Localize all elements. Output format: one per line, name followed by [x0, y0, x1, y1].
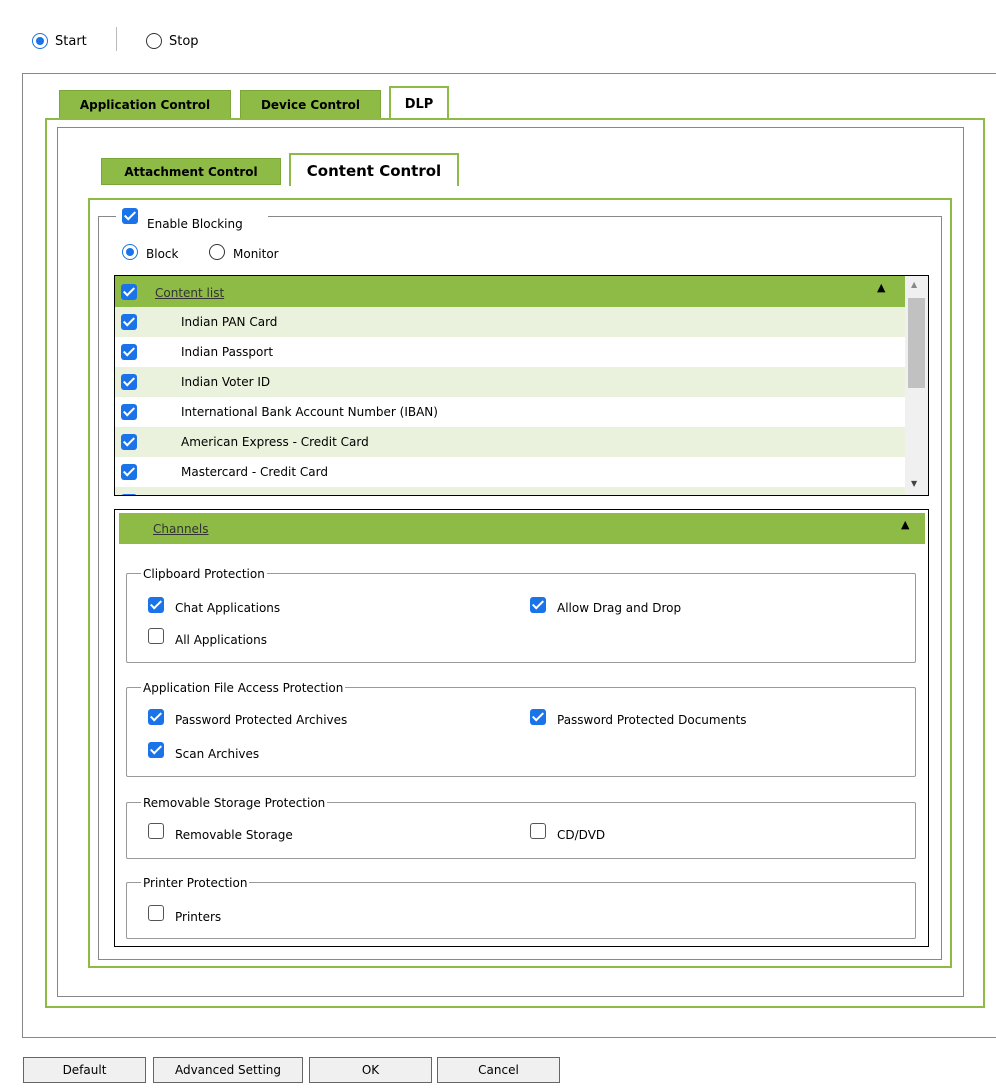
removable-storage-legend: Removable Storage Protection [141, 796, 328, 810]
clipboard-protection-legend: Clipboard Protection [141, 567, 267, 581]
cd-dvd-checkbox[interactable] [530, 823, 546, 839]
list-item-label: Mastercard - Credit Card [181, 465, 328, 479]
channels-header-link[interactable]: Channels [153, 522, 209, 536]
tab-device-control[interactable]: Device Control [240, 90, 381, 119]
all-applications-checkbox[interactable] [148, 628, 164, 644]
stop-radio[interactable] [146, 33, 162, 49]
content-list-select-all[interactable] [121, 284, 137, 300]
content-list-header-link[interactable]: Content list [155, 286, 224, 300]
tab-dlp[interactable]: DLP [389, 86, 449, 120]
list-item-partial [115, 487, 905, 495]
start-label: Start [55, 34, 87, 49]
monitor-radio[interactable] [209, 244, 225, 260]
all-applications-label: All Applications [175, 633, 267, 647]
list-item-checkbox[interactable] [121, 314, 137, 330]
cd-dvd-label: CD/DVD [557, 828, 606, 842]
drag-drop-checkbox[interactable] [530, 597, 546, 613]
list-item[interactable]: Indian Passport [115, 337, 905, 367]
content-list-header[interactable]: Content list ▲ [115, 276, 905, 307]
scrollbar-thumb[interactable] [908, 298, 925, 388]
collapse-arrow-icon[interactable]: ▲ [901, 518, 909, 531]
drag-drop-label: Allow Drag and Drop [557, 601, 682, 615]
password-documents-checkbox[interactable] [530, 709, 546, 725]
list-item[interactable]: Mastercard - Credit Card [115, 457, 905, 487]
stop-label: Stop [169, 34, 199, 49]
collapse-arrow-icon[interactable]: ▲ [877, 281, 885, 294]
list-item-checkbox[interactable] [121, 404, 137, 420]
list-item[interactable]: Indian PAN Card [115, 307, 905, 337]
scan-archives-label: Scan Archives [175, 747, 260, 761]
enable-blocking-label: Enable Blocking [147, 217, 243, 231]
password-documents-label: Password Protected Documents [557, 713, 747, 727]
list-item-checkbox[interactable] [121, 434, 137, 450]
printers-label: Printers [175, 910, 222, 924]
list-item-label: Indian Voter ID [181, 375, 271, 389]
advanced-setting-button[interactable]: Advanced Setting [153, 1057, 303, 1083]
tab-attachment-control[interactable]: Attachment Control [101, 158, 281, 185]
default-button[interactable]: Default [23, 1057, 146, 1083]
chat-applications-label: Chat Applications [175, 601, 281, 615]
file-access-legend: Application File Access Protection [141, 681, 346, 695]
scrollbar[interactable]: ▲ ▼ [905, 276, 928, 495]
ok-button[interactable]: OK [309, 1057, 432, 1083]
start-radio[interactable] [32, 33, 48, 49]
list-item[interactable]: Indian Voter ID [115, 367, 905, 397]
list-item-checkbox[interactable] [121, 374, 137, 390]
scroll-down-icon[interactable]: ▼ [911, 479, 917, 488]
list-item-label: American Express - Credit Card [181, 435, 369, 449]
password-archives-checkbox[interactable] [148, 709, 164, 725]
printer-protection-legend: Printer Protection [141, 876, 250, 890]
tab-content-control[interactable]: Content Control [289, 153, 459, 186]
list-item-checkbox[interactable] [121, 344, 137, 360]
status-divider [116, 27, 117, 51]
list-item-label: Indian PAN Card [181, 315, 278, 329]
block-radio[interactable] [122, 244, 138, 260]
content-list-box: Content list ▲ Indian PAN Card Indian Pa… [114, 275, 929, 496]
list-item-checkbox[interactable] [121, 464, 137, 480]
removable-storage-checkbox[interactable] [148, 823, 164, 839]
scan-archives-checkbox[interactable] [148, 742, 164, 758]
cancel-button[interactable]: Cancel [437, 1057, 560, 1083]
block-label: Block [146, 247, 179, 261]
list-item[interactable]: American Express - Credit Card [115, 427, 905, 457]
list-item-label: International Bank Account Number (IBAN) [181, 405, 438, 419]
printers-checkbox[interactable] [148, 905, 164, 921]
monitor-label: Monitor [233, 247, 279, 261]
list-item-label: Indian Passport [181, 345, 274, 359]
chat-applications-checkbox[interactable] [148, 597, 164, 613]
enable-blocking-checkbox[interactable] [122, 208, 138, 224]
printer-protection-group [126, 882, 916, 939]
removable-storage-label: Removable Storage [175, 828, 293, 842]
list-item-checkbox[interactable] [121, 494, 137, 495]
file-access-group [126, 687, 916, 777]
scroll-up-icon[interactable]: ▲ [911, 280, 917, 289]
clipboard-protection-group [126, 573, 916, 663]
list-item[interactable]: International Bank Account Number (IBAN) [115, 397, 905, 427]
channels-header[interactable]: Channels ▲ [119, 513, 925, 544]
tab-application-control[interactable]: Application Control [59, 90, 231, 119]
password-archives-label: Password Protected Archives [175, 713, 348, 727]
